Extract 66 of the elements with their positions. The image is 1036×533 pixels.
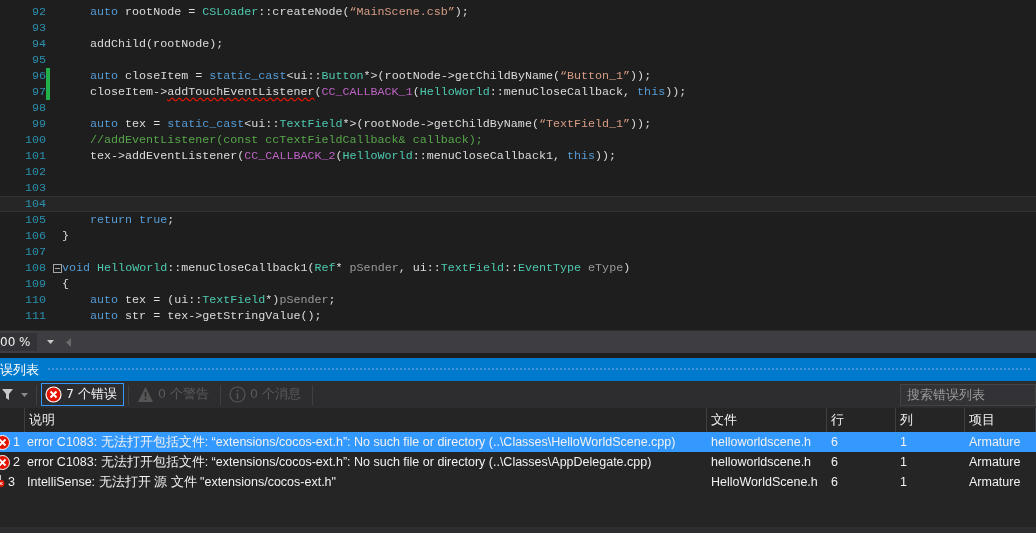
- line-number: 99: [30, 117, 46, 131]
- line-number: 104: [23, 197, 46, 211]
- code-line: auto closeItem = static_cast<ui::Button*>(rootNode->getChildByName(“Button_1”));: [89, 69, 652, 83]
- line-number: 103: [23, 181, 46, 195]
- code-line: auto rootNode = CSLoader::createNode(“MainScene.csb”);: [89, 5, 469, 19]
- error-icon: [0, 435, 10, 450]
- code-line: void HelloWorld::menuCloseCallback1(Ref* pSender, ui::TextField::EventType eType): [62, 261, 631, 275]
- row-number: 2: [13, 455, 20, 470]
- line-cell-text: 6: [830, 454, 839, 470]
- filter-icon[interactable]: [2, 389, 13, 400]
- code-line: auto tex = static_cast<ui::TextField*>(rootNode->getChildByName(“TextField_1”));: [89, 117, 652, 131]
- line-number: 106: [23, 229, 46, 243]
- line-number: 96: [30, 69, 46, 83]
- zoom-dropdown[interactable]: 00 %: [0, 333, 37, 351]
- line-number: 111: [23, 309, 46, 323]
- caret-icon: [46, 340, 54, 344]
- code-line: {: [62, 277, 69, 291]
- row-number: 1: [13, 435, 20, 450]
- error-icon: [45, 386, 62, 403]
- caret-icon[interactable]: [21, 392, 28, 397]
- warning-icon: [136, 386, 154, 403]
- line-cell-text: 6: [830, 474, 839, 490]
- code-line: closeItem->addTouchEventListener(CC_CALLBACK_1(HelloWorld::menuCloseCallback, this));: [89, 85, 687, 99]
- line-number: 110: [23, 293, 46, 307]
- error-filter-button[interactable]: 7 个错误: [41, 383, 124, 406]
- line-number: 95: [30, 53, 46, 67]
- line-number: 102: [23, 165, 46, 179]
- row-number: 3: [8, 475, 15, 490]
- file-cell-text: helloworldscene.h: [710, 454, 813, 470]
- code-line: addChild(rootNode);: [89, 37, 224, 51]
- info-icon: [228, 386, 246, 403]
- project-cell-text: Armature: [968, 434, 1022, 450]
- line-number: 100: [23, 133, 46, 147]
- code-line: }: [62, 229, 69, 243]
- column-cell-text: 1: [899, 434, 908, 450]
- line-number: 109: [23, 277, 46, 291]
- file-cell-text: HelloWorldScene.h: [710, 474, 819, 490]
- code-line: tex->addEventListener(CC_CALLBACK_2(HelloWorld::menuCloseCallback1, this));: [89, 149, 617, 163]
- error-description: error C1083: 无法打开包括文件: “extensions/cocos-ext.h”: No such file or directory (..\Classes\AppDelegate.cpp): [26, 454, 653, 470]
- line-number: 105: [23, 213, 46, 227]
- project-cell-text: Armature: [968, 454, 1022, 470]
- line-number: 98: [30, 101, 46, 115]
- error-row[interactable]: 3 IntelliSense: 无法打开 源 文件 "extensions/cocos-ext.h" HelloWorldScene.h 6 1 Armature: [0, 472, 1036, 492]
- panel-title: 误列表: [0, 360, 40, 379]
- code-line: auto tex = (ui::TextField*)pSender;: [89, 293, 336, 307]
- column-cell-text: 1: [899, 454, 908, 470]
- line-number: 108: [23, 261, 46, 275]
- line-number: 107: [23, 245, 46, 259]
- line-cell-text: 6: [830, 434, 839, 450]
- code-line: //addEventListener(const ccTextFieldCallback& callback);: [89, 133, 483, 147]
- line-number: 93: [30, 21, 46, 35]
- code-line: return true;: [89, 213, 175, 227]
- line-number: 101: [23, 149, 46, 163]
- project-cell-text: Armature: [968, 474, 1022, 490]
- error-description: IntelliSense: 无法打开 源 文件 "extensions/cocos-ext.h": [26, 474, 337, 490]
- code-line: auto str = tex->getStringValue();: [89, 309, 322, 323]
- error-icon: [0, 455, 10, 470]
- line-number: 92: [30, 5, 46, 19]
- line-number: 97: [30, 85, 46, 99]
- search-field[interactable]: 搜索错误列表: [900, 383, 1036, 406]
- collapse-icon[interactable]: [52, 263, 62, 273]
- column-cell-text: 1: [899, 474, 908, 490]
- line-number: 94: [30, 37, 46, 51]
- error-row[interactable]: 2 error C1083: 无法打开包括文件: “extensions/cocos-ext.h”: No such file or directory (..\Classes\AppDelegate.cpp) helloworldscene.h 6 1 Armature: [0, 452, 1036, 472]
- error-description: error C1083: 无法打开包括文件: “extensions/cocos-ext.h”: No such file or directory (..\Classes\HelloWorldScene.cpp): [26, 434, 677, 450]
- file-cell-text: helloworldscene.h: [710, 434, 813, 450]
